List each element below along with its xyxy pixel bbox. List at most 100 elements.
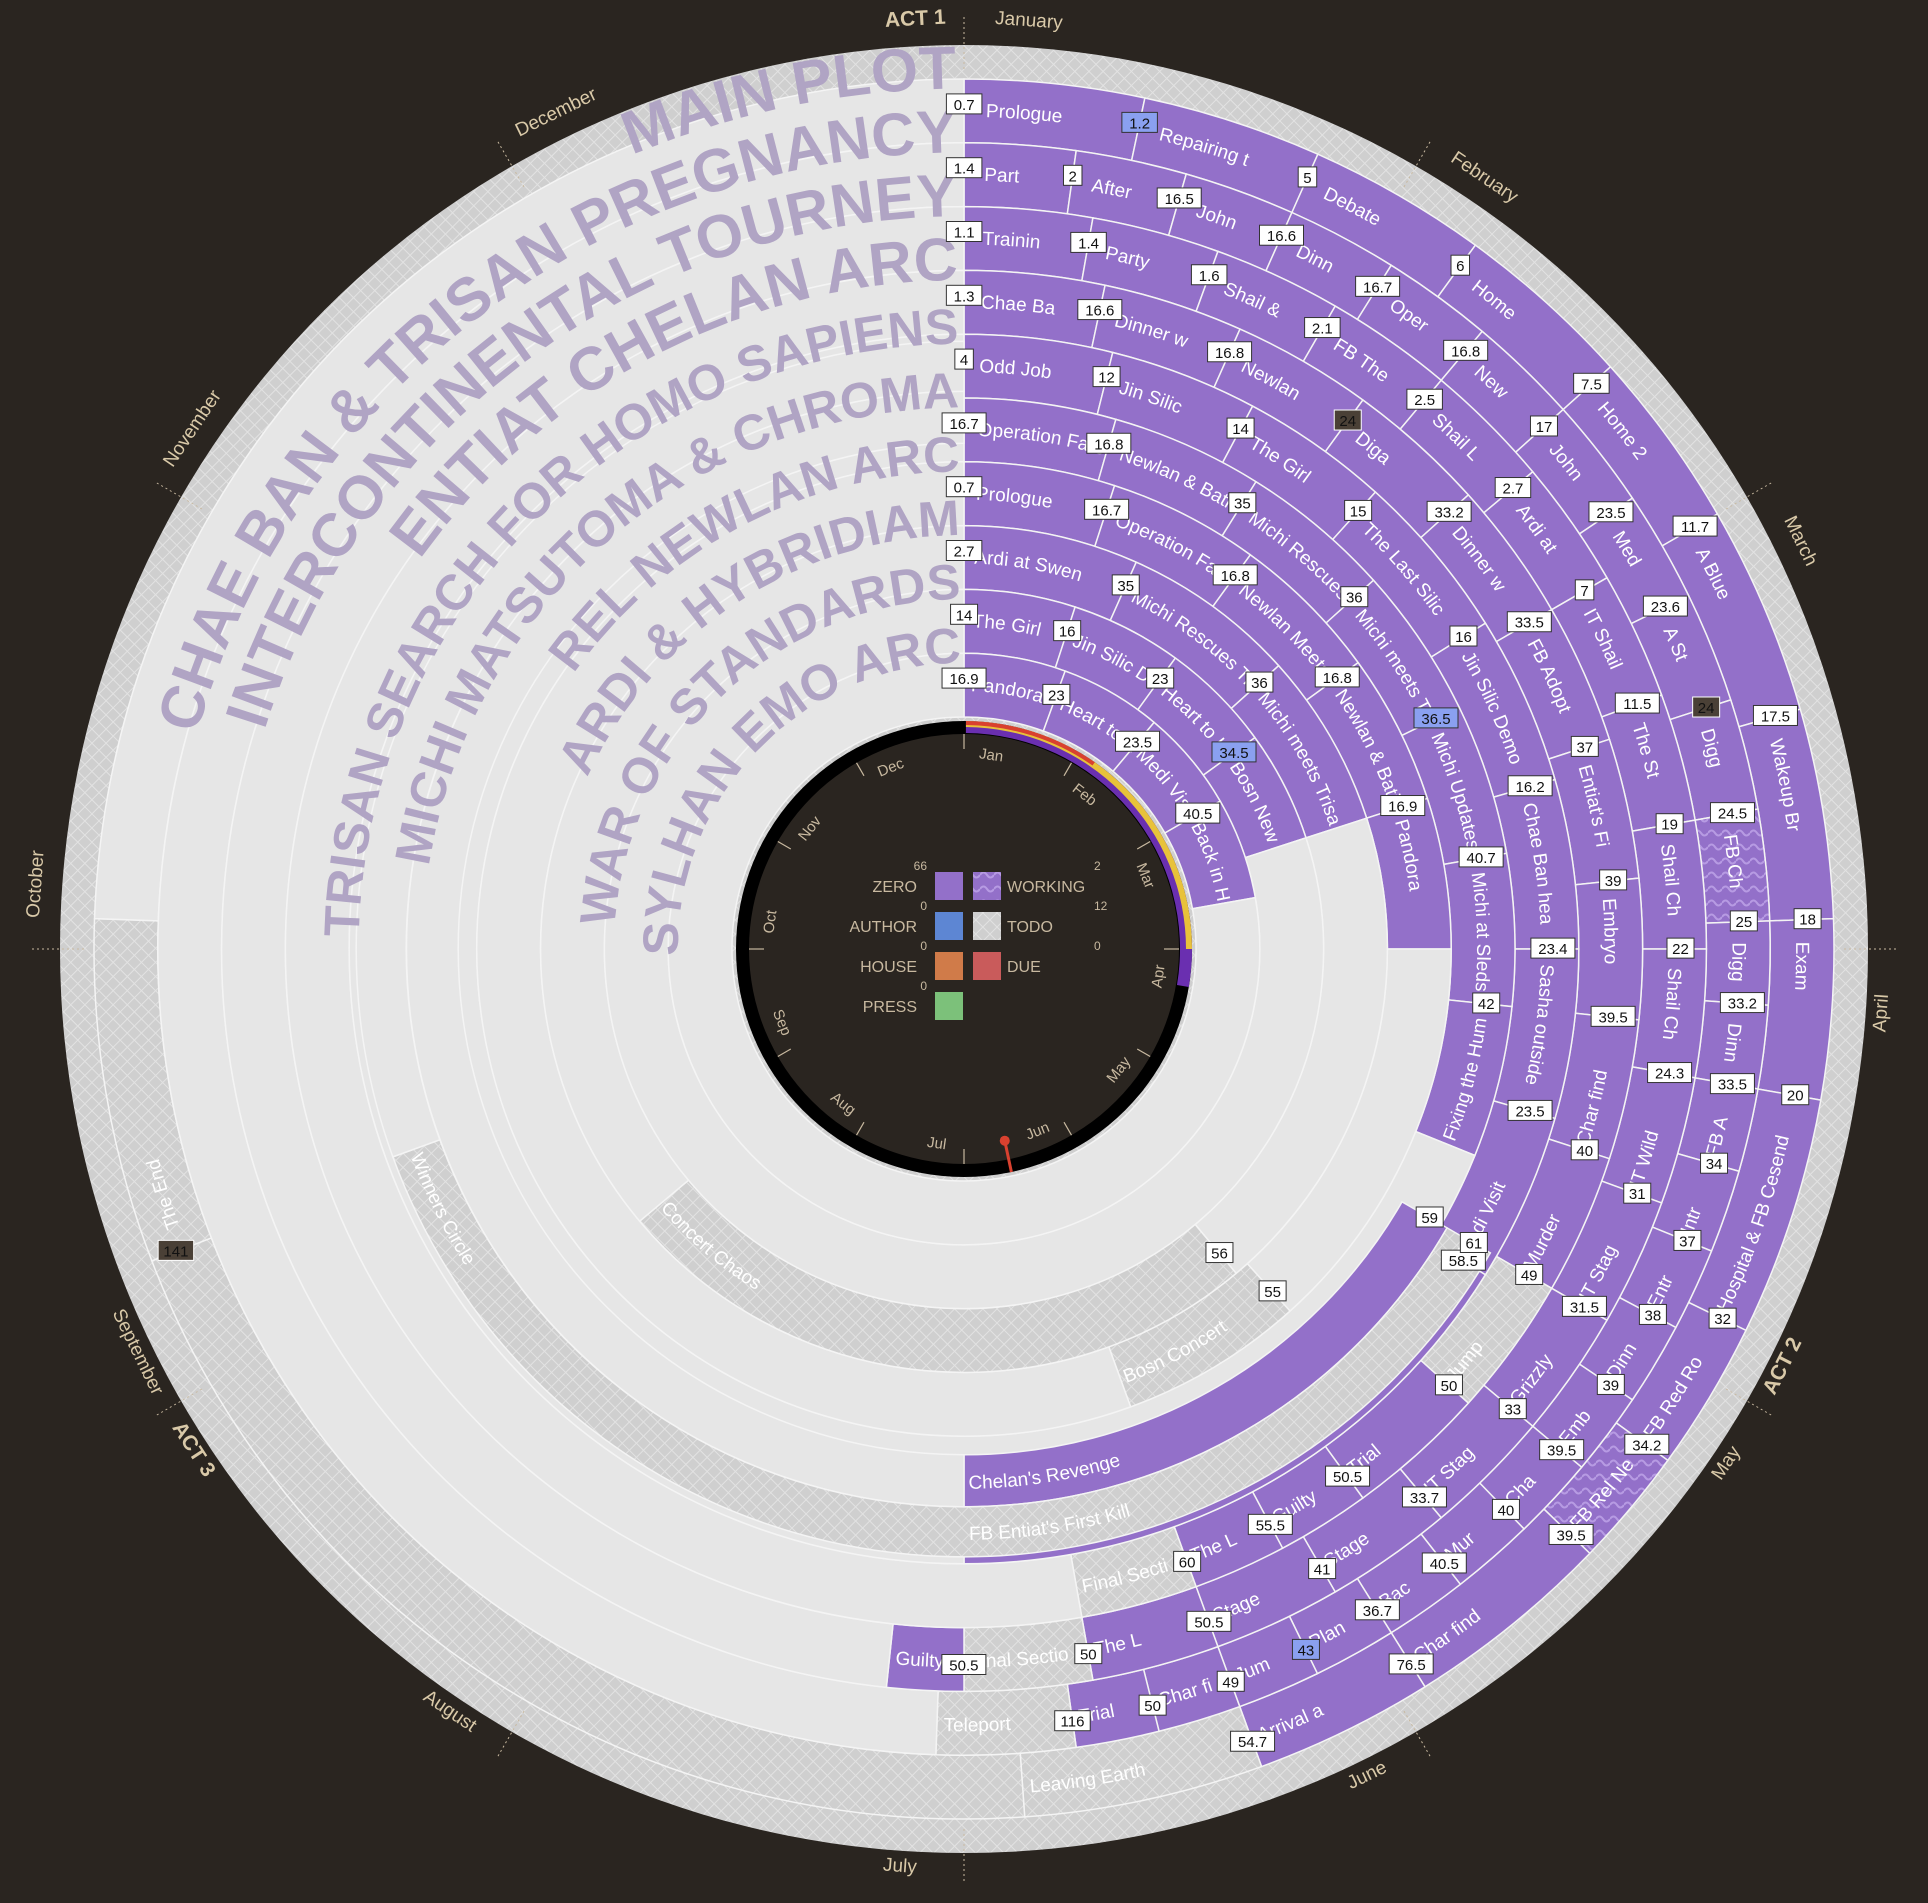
segment-badge: 24 xyxy=(1692,696,1721,718)
svg-text:2: 2 xyxy=(1094,859,1101,873)
segment-badge: 50.5 xyxy=(1186,1610,1232,1632)
segment-title: Teleport xyxy=(943,1714,1012,1736)
segment-badge: 16.8 xyxy=(1314,666,1360,688)
today-pointer-head xyxy=(999,1135,1010,1146)
svg-text:23.5: 23.5 xyxy=(1515,1103,1544,1120)
svg-text:49: 49 xyxy=(1222,1674,1239,1691)
segment-badge: 36 xyxy=(1340,586,1369,608)
segment-badge: 14 xyxy=(1226,417,1255,439)
svg-text:2.5: 2.5 xyxy=(1414,392,1435,409)
segment-badge: 16.9 xyxy=(1380,795,1426,817)
segment-badge: 16.7 xyxy=(941,412,987,434)
inner-month-label: Jul xyxy=(926,1134,947,1154)
svg-text:40.5: 40.5 xyxy=(1183,806,1212,823)
svg-text:37: 37 xyxy=(1576,739,1593,756)
segment-badge: 42 xyxy=(1472,992,1501,1014)
segment-part[interactable] xyxy=(963,142,1078,215)
svg-text:76.5: 76.5 xyxy=(1397,1657,1426,1674)
svg-text:17.5: 17.5 xyxy=(1761,708,1790,725)
segment-badge: 116 xyxy=(1054,1710,1091,1732)
segment-badge: 2 xyxy=(1062,164,1083,186)
svg-text:40: 40 xyxy=(1576,1143,1593,1160)
svg-text:1.1: 1.1 xyxy=(954,225,975,242)
segment-badge: 18 xyxy=(1793,908,1822,930)
svg-text:50.5: 50.5 xyxy=(1194,1614,1223,1631)
svg-text:1.3: 1.3 xyxy=(954,288,975,305)
svg-text:58.5: 58.5 xyxy=(1449,1253,1478,1270)
segment-badge: 6 xyxy=(1450,254,1471,276)
svg-text:33.2: 33.2 xyxy=(1435,504,1464,521)
segment-badge: 40 xyxy=(1491,1498,1520,1520)
svg-text:66: 66 xyxy=(914,859,928,873)
segment-badge: 16.8 xyxy=(1207,341,1253,363)
segment-badge: 16.7 xyxy=(1084,498,1130,520)
svg-text:39: 39 xyxy=(1605,873,1622,890)
svg-text:36.7: 36.7 xyxy=(1363,1603,1392,1620)
svg-text:2.7: 2.7 xyxy=(1503,481,1524,498)
segment-title: Guilty xyxy=(895,1648,945,1672)
svg-text:24.5: 24.5 xyxy=(1718,806,1747,823)
svg-text:16.2: 16.2 xyxy=(1516,779,1545,796)
segment-title: Digg xyxy=(1727,942,1749,982)
svg-text:ZERO: ZERO xyxy=(873,879,917,896)
segment-badge: 20 xyxy=(1781,1084,1810,1106)
svg-text:16.8: 16.8 xyxy=(1215,345,1244,362)
svg-text:39.5: 39.5 xyxy=(1599,1009,1628,1026)
svg-text:36.5: 36.5 xyxy=(1421,711,1450,728)
svg-text:11.5: 11.5 xyxy=(1623,696,1651,713)
segment-badge: 17 xyxy=(1529,415,1558,437)
segment-badge: 4 xyxy=(954,348,974,370)
segment-title: Part xyxy=(984,165,1021,188)
segment-badge: 41 xyxy=(1308,1558,1337,1580)
svg-text:HOUSE: HOUSE xyxy=(860,959,917,976)
svg-text:39: 39 xyxy=(1602,1377,1619,1394)
segment-badge: 23.5 xyxy=(1588,501,1634,523)
segment-badge: 40 xyxy=(1570,1139,1599,1161)
segment-badge: 60 xyxy=(1173,1550,1202,1572)
svg-text:TODO: TODO xyxy=(1007,919,1053,936)
segment-badge: 16.6 xyxy=(1077,299,1123,321)
svg-text:50.5: 50.5 xyxy=(949,1658,978,1675)
segment-badge: 1.4 xyxy=(945,157,983,179)
svg-text:40: 40 xyxy=(1498,1502,1515,1519)
svg-text:16.9: 16.9 xyxy=(1388,799,1417,816)
segment-badge: 16 xyxy=(1449,625,1478,647)
svg-text:37: 37 xyxy=(1679,1233,1696,1250)
segment-title: Embryo xyxy=(1598,898,1621,965)
segment-badge: 35 xyxy=(1228,492,1257,514)
segment-badge: 33.7 xyxy=(1401,1486,1447,1508)
svg-text:33.5: 33.5 xyxy=(1515,615,1544,632)
segment-badge: 50 xyxy=(1074,1643,1103,1665)
segment-badge: 16.7 xyxy=(1355,275,1401,297)
segment-badge: 1.2 xyxy=(1121,111,1158,133)
segment-badge: 16.5 xyxy=(1156,187,1202,209)
segment-badge: 5 xyxy=(1297,166,1318,188)
segment-badge: 1.4 xyxy=(1070,231,1107,253)
svg-text:2: 2 xyxy=(1069,168,1077,185)
segment-badge: 1.6 xyxy=(1190,264,1228,286)
svg-text:61: 61 xyxy=(1466,1235,1483,1252)
svg-text:32: 32 xyxy=(1714,1311,1731,1328)
svg-text:50: 50 xyxy=(1080,1647,1097,1664)
segment-badge: 7.5 xyxy=(1573,372,1610,394)
svg-text:1.6: 1.6 xyxy=(1199,268,1220,285)
svg-text:WORKING: WORKING xyxy=(1007,879,1085,896)
svg-text:54.7: 54.7 xyxy=(1238,1734,1267,1751)
svg-text:7: 7 xyxy=(1580,583,1588,600)
svg-text:16.7: 16.7 xyxy=(1092,502,1121,519)
segment-badge: 54.7 xyxy=(1230,1730,1276,1752)
svg-text:50.5: 50.5 xyxy=(1333,1469,1362,1486)
svg-text:38: 38 xyxy=(1645,1307,1662,1324)
svg-text:0.7: 0.7 xyxy=(954,97,975,114)
segment-badge: 31.5 xyxy=(1561,1295,1607,1317)
segment-badge: 59 xyxy=(1415,1206,1444,1228)
inner-month-label: Oct xyxy=(760,908,780,934)
segment-badge: 35 xyxy=(1111,574,1140,596)
svg-text:35: 35 xyxy=(1234,496,1251,513)
svg-text:36: 36 xyxy=(1346,590,1363,607)
svg-text:16.7: 16.7 xyxy=(1363,279,1392,296)
svg-text:59: 59 xyxy=(1421,1210,1438,1227)
segment-badge: 37 xyxy=(1673,1229,1702,1251)
svg-text:1.4: 1.4 xyxy=(1078,235,1099,252)
svg-text:0: 0 xyxy=(1094,939,1101,953)
